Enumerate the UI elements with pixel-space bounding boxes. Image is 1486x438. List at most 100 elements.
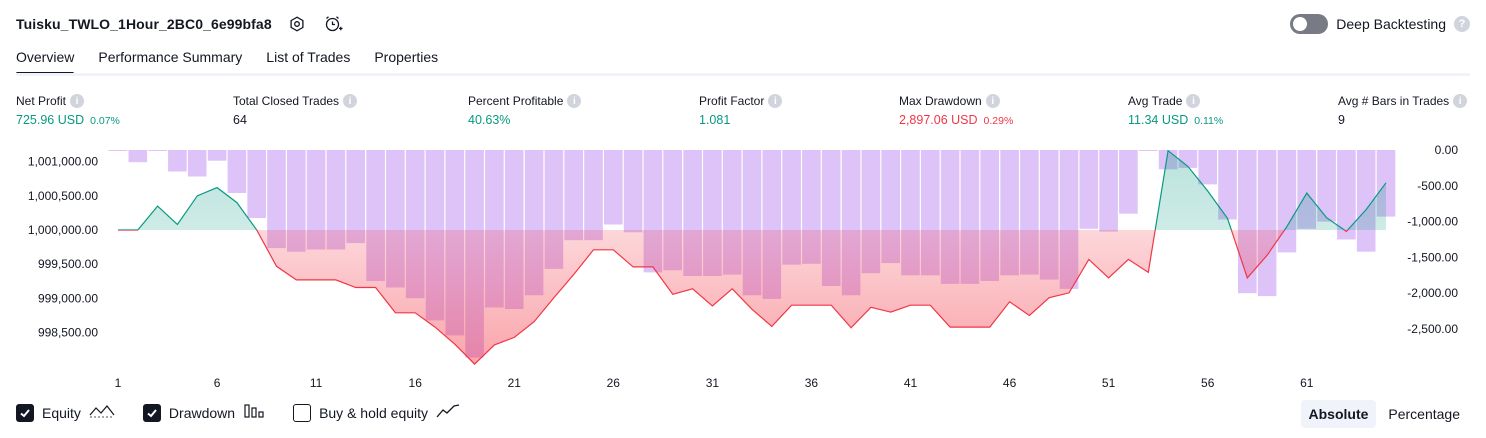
equity-checkbox[interactable]	[16, 403, 34, 422]
tab-bar: Overview Performance Summary List of Tra…	[16, 44, 438, 75]
drawdown-bar	[604, 150, 623, 225]
drawdown-bar	[227, 150, 247, 193]
stat-percent: 0.11%	[1194, 115, 1224, 127]
help-icon[interactable]: i	[70, 94, 85, 108]
legend-buy-hold[interactable]: Buy & hold equity	[293, 403, 460, 422]
tab-overview[interactable]: Overview	[16, 44, 75, 75]
strategy-title: Tuisku_TWLO_1Hour_2BC0_6e99bfa8	[16, 16, 272, 32]
stat-value: 9	[1338, 113, 1345, 127]
stat-value: 11.34 USD	[1128, 113, 1189, 127]
help-icon[interactable]: i	[1186, 94, 1201, 108]
x-axis-tick: 31	[706, 376, 720, 390]
legend-label: Buy & hold equity	[319, 404, 429, 421]
tabs-divider	[16, 73, 1470, 76]
stat-label: Max Drawdown	[899, 94, 982, 108]
x-axis-tick: 56	[1201, 376, 1215, 390]
stat-net-profit: Net Profit i 725.96 USD 0.07%	[16, 93, 120, 129]
stat-percent-profitable: Percent Profitable i 40.63%	[468, 93, 582, 129]
equity-line-icon	[89, 403, 115, 422]
drawdown-bar	[1257, 150, 1277, 297]
left-axis-tick: 1,001,000.00	[28, 155, 98, 169]
right-axis-tick: -2,500.00	[1407, 322, 1458, 336]
x-axis-tick: 1	[115, 376, 122, 390]
stat-value: 40.63%	[468, 113, 511, 127]
header: Tuisku_TWLO_1Hour_2BC0_6e99bfa8	[16, 12, 344, 36]
chart-legend: Equity Drawdown Buy & hold equity	[16, 403, 460, 422]
left-axis-tick: 999,500.00	[38, 257, 98, 271]
deep-backtesting-toggle[interactable]	[1290, 14, 1329, 34]
left-axis-tick: 1,000,000.00	[28, 223, 98, 237]
x-axis-tick: 36	[805, 376, 819, 390]
deep-backtesting-label: Deep Backtesting	[1336, 16, 1446, 32]
drawdown-bar	[1099, 150, 1118, 232]
drawdown-bar	[1119, 150, 1138, 214]
drawdown-bar	[1138, 150, 1158, 151]
x-axis-tick: 11	[310, 376, 323, 390]
help-icon[interactable]: i	[343, 94, 358, 108]
right-axis-tick: -1,500.00	[1407, 250, 1458, 264]
stat-value: 725.96 USD	[16, 113, 85, 127]
stat-percent: 0.07%	[90, 115, 120, 127]
drawdown-bar	[346, 150, 365, 244]
stat-label: Total Closed Trades	[233, 94, 340, 108]
help-icon[interactable]: i	[1453, 94, 1468, 108]
drawdown-bar	[247, 150, 266, 218]
drawdown-bars-icon	[243, 403, 265, 422]
x-axis-tick: 16	[409, 376, 423, 390]
stat-value: 1.081	[699, 113, 731, 127]
x-axis-tick: 61	[1300, 376, 1314, 390]
stat-max-drawdown: Max Drawdown i 2,897.06 USD 0.29%	[899, 93, 1013, 129]
drawdown-bar	[1079, 150, 1099, 229]
left-axis-tick: 999,000.00	[38, 291, 98, 305]
drawdown-bar	[207, 150, 227, 161]
deep-backtesting: Deep Backtesting ?	[1290, 12, 1470, 36]
stat-avg-bars: Avg # Bars in Trades i 9	[1338, 93, 1468, 129]
scale-toggle: Absolute Percentage	[1300, 400, 1469, 428]
help-icon[interactable]: i	[567, 94, 582, 108]
buy-hold-line-icon	[436, 403, 460, 422]
x-axis-tick: 51	[1102, 376, 1116, 390]
alarm-add-icon[interactable]	[322, 13, 344, 35]
buy-hold-checkbox[interactable]	[293, 403, 312, 422]
stat-label: Net Profit	[16, 94, 67, 108]
stat-value: 2,897.06 USD	[899, 113, 978, 127]
legend-equity[interactable]: Equity	[16, 403, 115, 422]
stat-value: 64	[233, 113, 247, 127]
stat-avg-trade: Avg Trade i 11.34 USD 0.11%	[1128, 93, 1223, 129]
right-axis-tick: -2,000.00	[1407, 286, 1458, 300]
legend-label: Equity	[42, 404, 81, 421]
stat-label: Percent Profitable	[468, 94, 564, 108]
stat-total-closed-trades: Total Closed Trades i 64	[233, 93, 358, 129]
help-icon[interactable]: i	[985, 94, 1000, 108]
left-axis-tick: 998,500.00	[38, 326, 98, 340]
stats-row: Net Profit i 725.96 USD 0.07% Total Closed…	[0, 93, 1486, 133]
drawdown-bar	[187, 150, 207, 177]
tab-properties[interactable]: Properties	[374, 44, 438, 75]
stat-label: Avg Trade	[1128, 94, 1183, 108]
drawdown-checkbox[interactable]	[142, 403, 161, 422]
x-axis-tick: 41	[904, 376, 918, 390]
right-axis-tick: -500.00	[1417, 179, 1458, 193]
tab-performance-summary[interactable]: Performance Summary	[98, 44, 242, 75]
percentage-button[interactable]: Percentage	[1380, 400, 1468, 428]
absolute-button[interactable]: Absolute	[1300, 400, 1377, 428]
drawdown-bar	[108, 150, 128, 151]
x-axis-tick: 46	[1003, 376, 1017, 390]
equity-chart[interactable]: 1,001,000.00 1,000,500.00 1,000,000.00 999,…	[0, 140, 1486, 398]
drawdown-bar	[1198, 150, 1217, 185]
drawdown-bar	[148, 150, 167, 151]
help-icon[interactable]: i	[768, 94, 783, 108]
stat-label: Avg # Bars in Trades	[1338, 94, 1450, 108]
stat-label: Profit Factor	[699, 94, 765, 108]
tab-list-of-trades[interactable]: List of Trades	[266, 44, 350, 75]
drawdown-bar	[584, 150, 603, 241]
x-axis-tick: 21	[508, 376, 522, 390]
right-axis-tick: -1,000.00	[1407, 215, 1458, 229]
drawdown-bar	[168, 150, 187, 172]
right-axis-tick: 0.00	[1435, 143, 1459, 157]
gear-icon[interactable]	[286, 13, 308, 35]
drawdown-bar	[623, 150, 643, 233]
legend-drawdown[interactable]: Drawdown	[142, 403, 265, 422]
x-axis-tick: 26	[607, 376, 621, 390]
help-icon[interactable]: ?	[1454, 16, 1470, 32]
